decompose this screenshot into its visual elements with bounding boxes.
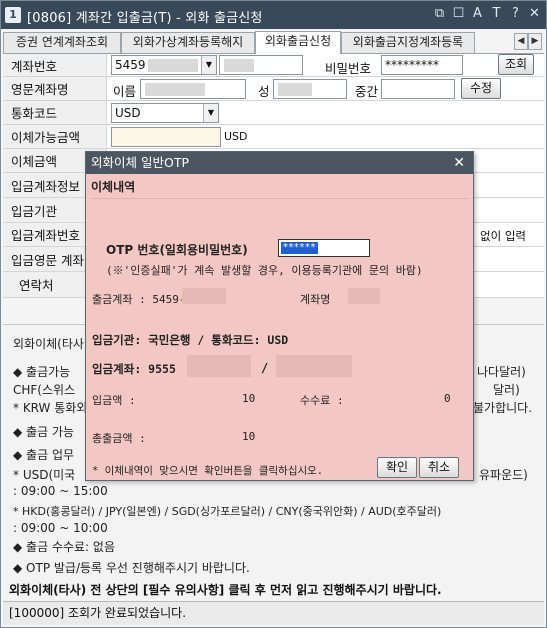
notice-fragment: 달러) [493, 383, 520, 397]
account-select[interactable]: 5459 ▼ [111, 55, 217, 75]
notice-line: 외화이체(타사 [13, 337, 84, 351]
account-row: 계좌번호 5459 ▼ 비밀번호 ********* 조회 [3, 54, 544, 77]
available-label: 이체가능금액 [3, 125, 107, 148]
amount-label: 입금액 : [92, 394, 136, 407]
text-style-icon[interactable]: T [489, 6, 504, 22]
confirm-note: * 이체내역이 맞으시면 확인버튼을 클릭하십시오. [92, 465, 324, 477]
notice-line: CHF(스위스 [13, 383, 76, 397]
notice-line: * KRW 통화외 [13, 401, 88, 415]
middle-name-field[interactable] [381, 79, 455, 99]
chevron-down-icon[interactable]: ▼ [201, 56, 216, 74]
currency-label: 통화코드 [3, 101, 107, 124]
in-bank-line: 입금기관: 국민은행 / 통화코드: USD [92, 333, 289, 347]
title-bar: 1 [0806] 계좌간 입출금(T) - 외화 출금신청 ⧉ ☐ A T ? … [1, 1, 546, 29]
notice-line: * USD(미국 [13, 468, 76, 482]
notice-fragment: 나다달러) [477, 365, 526, 379]
font-size-icon[interactable]: A [470, 6, 485, 22]
notice-line: ◆ 출금가능 [13, 365, 71, 379]
notice-line: ◆ 출금 수수료: 없음 [13, 540, 115, 554]
masked-out-account [182, 288, 226, 304]
dialog-title-text: 외화이체 일반OTP [91, 155, 189, 170]
currency-select[interactable]: USD ▼ [111, 103, 219, 123]
in-account-line: 입금계좌: 9555 [92, 362, 176, 376]
notice-line: ◆ 출금 업무 [13, 448, 75, 462]
close-icon[interactable]: ✕ [527, 6, 542, 22]
notice-line: ◆ OTP 발급/등록 우선 진행해주시기 바랍니다. [13, 561, 250, 575]
tab-linked-account[interactable]: 증권 연계계좌조회 [3, 32, 121, 53]
available-row: 이체가능금액 USD [3, 125, 544, 149]
masked-account-name [348, 288, 380, 304]
total-value: 10 [242, 430, 256, 443]
ok-button[interactable]: 확인 [377, 457, 417, 478]
first-name-field[interactable] [140, 79, 246, 99]
tab-strip: 증권 연계계좌조회 외화가상계좌등록해지 외화출금신청 외화출금지정계좌등록 ◀… [3, 31, 544, 54]
notice-line: ◆ 출금 가능 [13, 425, 75, 439]
cancel-button[interactable]: 취소 [419, 457, 459, 478]
password-field[interactable]: ********* [381, 55, 463, 75]
otp-label: OTP 번호(일회용비밀번호) [106, 243, 248, 257]
available-amount-field [111, 127, 221, 147]
last-name-field[interactable] [273, 79, 347, 99]
otp-dialog: 외화이체 일반OTP ✕ 이체내역 OTP 번호(일회용비밀번호) ******… [85, 151, 474, 481]
notice-fragment: 불가합니다. [473, 401, 533, 415]
restore-icon[interactable]: ⧉ [432, 6, 447, 22]
otp-value: ****** [281, 242, 318, 254]
status-bar: [100000] 조회가 완료되었습니다. [3, 601, 544, 625]
password-label: 비밀번호 [325, 61, 372, 76]
otp-input[interactable]: ****** [278, 239, 370, 257]
edit-button[interactable]: 수정 [461, 78, 501, 99]
masked-name [224, 59, 254, 72]
first-name-label: 이름 [113, 84, 137, 99]
tab-prev-icon[interactable]: ◀ [514, 33, 528, 50]
fee-value: 0 [444, 392, 451, 405]
masked-account [148, 59, 198, 72]
notice-line: : 09:00 ~ 10:00 [13, 521, 108, 535]
direct-input-checkbox-label[interactable]: 없이 입력 [480, 228, 526, 244]
amount-value: 10 [242, 392, 256, 405]
notice-warning: 외화이체(타사) 전 상단의 [필수 유의사항] 클릭 후 먼저 읽고 진행해주… [9, 583, 442, 597]
account-value: 5459 [115, 58, 146, 72]
tab-fx-withdrawal[interactable]: 외화출금신청 [255, 31, 341, 54]
masked-in-account [187, 355, 251, 377]
otp-note: (※'인증실패'가 계속 발생할 경우, 이용등록기관에 문의 바람) [106, 264, 423, 277]
currency-value: USD [115, 106, 141, 120]
eng-name-label: 영문계좌명 [3, 77, 107, 100]
masked-in-name [276, 355, 352, 377]
masked-first-name [145, 83, 205, 96]
in-account-separator: / [261, 361, 269, 375]
dialog-section-title: 이체내역 [91, 180, 136, 194]
middle-name-label: 중간 [355, 84, 379, 99]
masked-last-name [278, 83, 312, 96]
help-icon[interactable]: ? [508, 6, 523, 22]
app-window: 1 [0806] 계좌간 입출금(T) - 외화 출금신청 ⧉ ☐ A T ? … [0, 0, 547, 628]
fee-label: 수수료 : [300, 394, 344, 407]
tab-next-icon[interactable]: ▶ [528, 33, 542, 50]
last-name-label: 성 [258, 84, 270, 99]
maximize-icon[interactable]: ☐ [451, 6, 466, 22]
window-title: [0806] 계좌간 입출금(T) - 외화 출금신청 [27, 11, 263, 26]
available-unit: USD [224, 130, 248, 143]
tab-virtual-account[interactable]: 외화가상계좌등록해지 [121, 32, 255, 53]
currency-row: 통화코드 USD ▼ [3, 101, 544, 125]
notice-line: * HKD(홍콩달러) / JPY(일본엔) / SGD(싱가포르달러) / C… [13, 505, 442, 518]
close-icon[interactable]: ✕ [453, 152, 465, 174]
account-name-field [219, 55, 303, 75]
out-account-label: 출금계좌 : 5459- [92, 293, 186, 306]
account-label: 계좌번호 [3, 54, 107, 76]
lookup-button[interactable]: 조회 [498, 54, 534, 75]
eng-name-row: 영문계좌명 이름 성 중간 수정 [3, 77, 544, 101]
tab-fx-designated-account[interactable]: 외화출금지정계좌등록 [341, 32, 475, 53]
chevron-down-icon[interactable]: ▼ [203, 104, 218, 122]
dialog-title: 외화이체 일반OTP ✕ [86, 152, 473, 174]
notice-fragment: 유파운드) [479, 468, 528, 482]
window-badge-icon: 1 [5, 7, 21, 23]
divider [90, 198, 469, 199]
total-label: 총출금액 : [92, 432, 146, 445]
account-name-label: 계좌명 [300, 293, 331, 306]
notice-line: : 09:00 ~ 15:00 [13, 484, 108, 498]
